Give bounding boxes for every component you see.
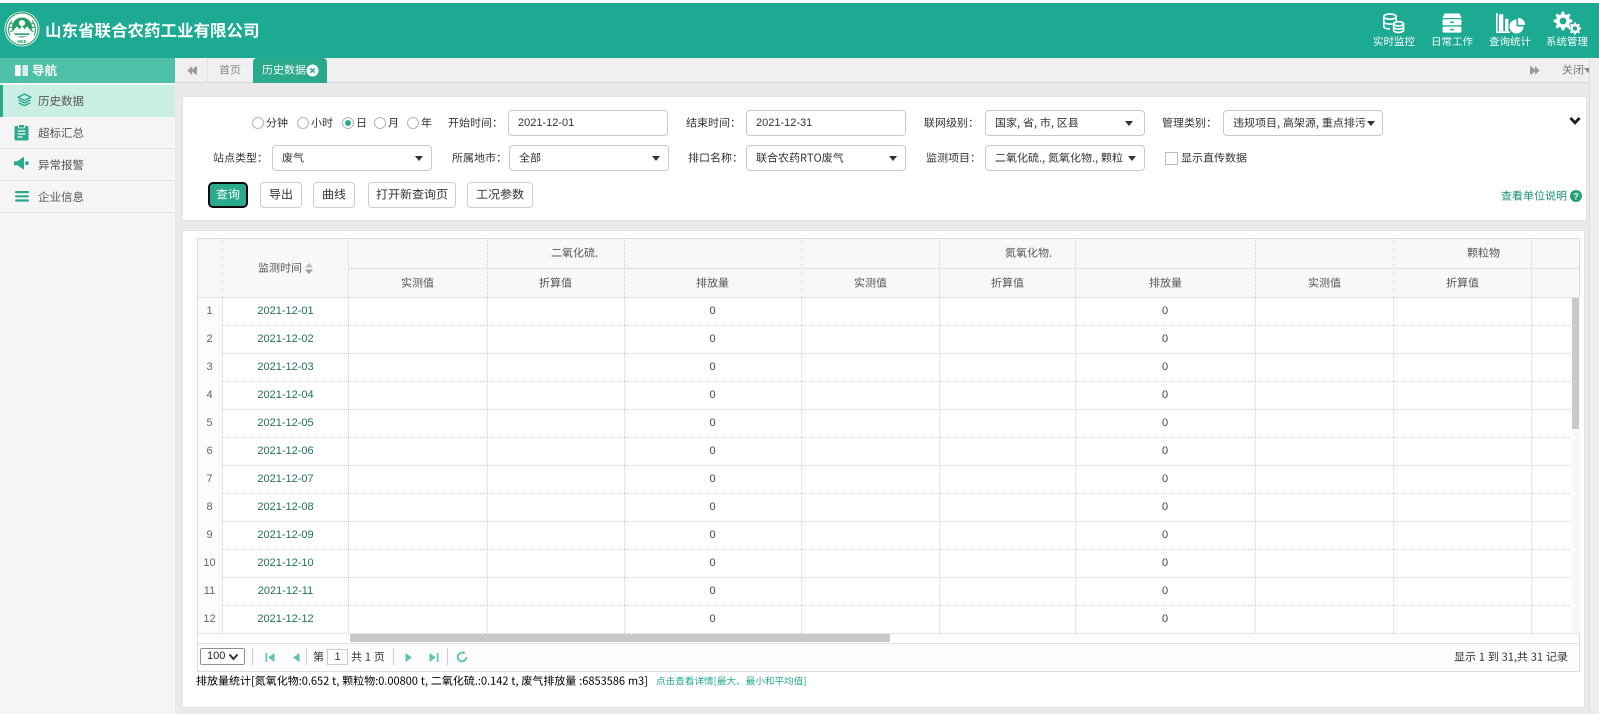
svg-text:MEE: MEE	[17, 39, 26, 44]
svg-text:?: ?	[1573, 191, 1579, 201]
